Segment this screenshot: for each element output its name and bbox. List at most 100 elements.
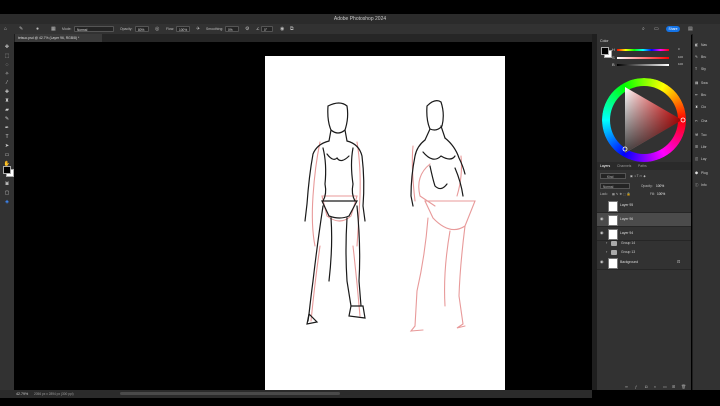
dock-item[interactable]: ☰ Libr	[695, 142, 720, 152]
panel-dock: ◧ Nav ✎ Bru T Sty ▤ Swa ✏ Bru ♜ Clo ✂ Cha ⚒ Too …	[692, 34, 720, 390]
dock-item-label: Cha	[701, 119, 708, 123]
dock-item[interactable]: ⚒ Too	[695, 130, 720, 140]
saturation-value[interactable]: 100	[678, 55, 683, 59]
visibility-eye-icon[interactable]: ◉	[600, 230, 604, 235]
figure-sketches	[304, 100, 476, 332]
home-icon[interactable]: ⌂	[4, 24, 7, 34]
pressure-opacity-icon[interactable]: ◎	[155, 24, 159, 34]
visibility-eye-icon[interactable]: ◉	[600, 216, 604, 221]
stamp-tool-icon[interactable]: ♜	[2, 97, 12, 105]
document-tab[interactable]: tetsuo.psd @ 42.7% (Layer 96, RGB/8) *	[14, 34, 102, 42]
mode-select[interactable]: Normal	[74, 26, 114, 32]
folder-icon	[611, 241, 617, 246]
dock-item[interactable]: ◫ Lay	[695, 154, 720, 164]
adjustment-icon[interactable]: ◐	[654, 384, 656, 390]
dock-item[interactable]: ✎ Bru	[695, 52, 720, 62]
layer-filter-select[interactable]: Kind	[600, 173, 626, 179]
dock-item[interactable]: ▤ Swa	[695, 78, 720, 88]
path-select-tool-icon[interactable]: ➤	[2, 142, 12, 150]
dock-item[interactable]: ◧ Nav	[695, 40, 720, 50]
foreground-color-swatch[interactable]	[3, 166, 11, 174]
zoom-level[interactable]: 42.79%	[16, 390, 28, 398]
brush-tool-icon[interactable]: ✎	[2, 115, 12, 123]
angle-input[interactable]: 0°	[261, 26, 273, 32]
angle-icon: ∠	[256, 26, 260, 31]
layer-thumbnail	[608, 258, 618, 269]
layer-row-selected[interactable]: ◉ Layer 96	[597, 213, 691, 227]
eyedropper-tool-icon[interactable]: ⁄	[2, 79, 12, 87]
dock-item[interactable]: ⓘ Info	[695, 180, 720, 190]
opacity-input[interactable]: 80%	[135, 26, 149, 32]
brush-tool-icon[interactable]: ✎	[19, 24, 23, 34]
dock-item-label: Too	[701, 133, 707, 137]
toolbar: ✥ ⬚ ◌ ✧ ⁄ ✚ ♜ ▰ ✎ ✒ T ➤ ▭ ✋ ⌕ ⋯ ◙ ▢ ◈	[0, 34, 15, 390]
workspace-icon[interactable]: ▭	[654, 24, 659, 34]
healing-tool-icon[interactable]: ✚	[2, 88, 12, 96]
layer-name: Layer 96	[620, 217, 634, 221]
pressure-size-icon[interactable]: ◉	[280, 24, 284, 34]
color-fg-swatch[interactable]	[601, 47, 609, 55]
dock-item[interactable]: ✏ Bru	[695, 90, 720, 100]
visibility-eye-icon[interactable]: ◉	[600, 259, 604, 264]
fill-label: Fill:	[650, 192, 655, 196]
document-info: 2056 px x 2894 px (300 ppi)	[34, 392, 74, 396]
color-wheel[interactable]	[600, 76, 688, 164]
link-icon[interactable]: ∞	[625, 384, 628, 390]
dock-item[interactable]: ✂ Cha	[695, 116, 720, 126]
fx-icon[interactable]: ƒ	[635, 384, 637, 390]
move-tool-icon[interactable]: ✥	[2, 43, 12, 51]
smoothing-input[interactable]: 0%	[225, 26, 239, 32]
share-for-review-icon[interactable]: ◈	[2, 198, 12, 206]
layer-opacity-value[interactable]: 100%	[656, 183, 664, 189]
lock-icon: ⊡	[677, 259, 681, 264]
brush-preset-icon[interactable]: ●	[36, 24, 39, 34]
arrange-icon[interactable]: ▤	[688, 24, 693, 34]
type-tool-icon[interactable]: T	[2, 133, 12, 141]
dock-item[interactable]: T Sty	[695, 64, 720, 74]
group-row[interactable]: › Group 14	[597, 239, 691, 248]
saturation-slider[interactable]	[617, 57, 669, 59]
symmetry-icon[interactable]: ⧉	[290, 24, 294, 34]
marquee-tool-icon[interactable]: ⬚	[2, 52, 12, 60]
new-group-icon[interactable]: ▭	[663, 384, 667, 390]
dock-item[interactable]: ♜ Clo	[695, 102, 720, 112]
background-layer-row[interactable]: ◉ Background ⊡	[597, 256, 691, 270]
lasso-tool-icon[interactable]: ◌	[2, 61, 12, 69]
quick-mask-icon[interactable]: ◙	[2, 180, 12, 188]
dock-item[interactable]: ⬢ Plug	[695, 168, 720, 178]
smoothing-gear-icon[interactable]: ⚙	[245, 24, 249, 34]
airbrush-icon[interactable]: ✈	[196, 24, 200, 34]
brightness-value[interactable]: 100	[678, 62, 683, 66]
layer-thumbnail	[608, 201, 618, 212]
saturation-label: S	[612, 55, 615, 60]
lock-icons[interactable]: ▦ ✎ ✥ ⬚ 🔒	[612, 191, 631, 197]
document-canvas[interactable]	[265, 56, 505, 390]
flow-input[interactable]: 100%	[176, 26, 190, 32]
brush-settings-icon[interactable]: ▦	[51, 24, 56, 34]
expand-chevron-icon[interactable]: ›	[606, 249, 607, 254]
fill-value[interactable]: 100%	[657, 191, 665, 197]
tab-paths[interactable]: Paths	[638, 162, 647, 170]
eraser-tool-icon[interactable]: ▰	[2, 106, 12, 114]
expand-chevron-icon[interactable]: ›	[606, 240, 607, 245]
layer-filter-icons[interactable]: ▣ ◑ T ▭ ◆	[630, 173, 646, 179]
share-button[interactable]: Share	[666, 26, 680, 32]
pen-tool-icon[interactable]: ✒	[2, 124, 12, 132]
search-icon[interactable]: ⌕	[642, 24, 645, 34]
hue-value[interactable]: 0	[678, 47, 680, 51]
blend-mode-select[interactable]: Normal	[600, 183, 630, 189]
screen-mode-icon[interactable]: ▢	[2, 189, 12, 197]
dock-item-label: Swa	[701, 81, 708, 85]
hue-slider[interactable]	[617, 49, 669, 51]
mask-icon[interactable]: ◘	[645, 384, 647, 390]
flow-label: Flow:	[166, 27, 175, 31]
new-layer-icon[interactable]: ⊞	[672, 384, 675, 390]
brightness-slider[interactable]	[617, 64, 669, 66]
shape-tool-icon[interactable]: ▭	[2, 151, 12, 159]
tab-channels[interactable]: Channels	[617, 162, 631, 170]
trash-icon[interactable]: 🗑	[681, 384, 686, 390]
horizontal-scrollbar[interactable]	[120, 392, 340, 395]
magic-wand-tool-icon[interactable]: ✧	[2, 70, 12, 78]
layer-row[interactable]: Layer 95	[597, 199, 691, 213]
tab-layers[interactable]: Layers	[600, 162, 610, 170]
